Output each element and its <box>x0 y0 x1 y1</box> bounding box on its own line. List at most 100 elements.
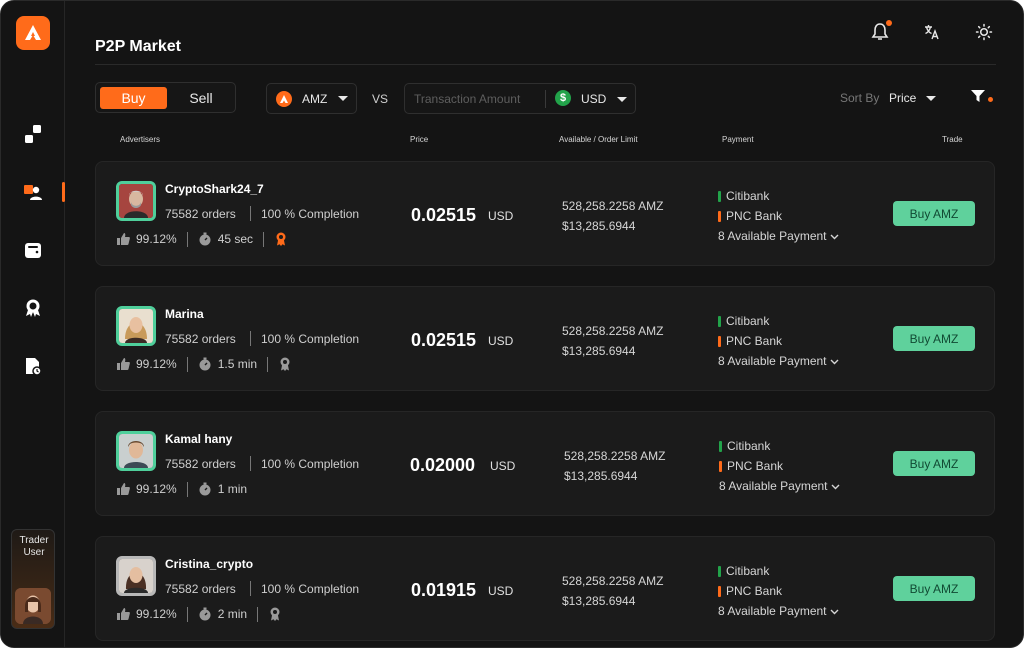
payment-method-citibank: Citibank <box>718 561 839 581</box>
language-translate-icon[interactable] <box>921 21 943 43</box>
advertiser-completion: 100 % Completion <box>261 582 360 596</box>
rating-value: 99.12% <box>136 357 177 371</box>
price-currency: USD <box>488 209 514 223</box>
advertiser-name[interactable]: Cristina_crypto <box>165 557 253 571</box>
available-limit: 528,258.2258 AMZ $13,285.6944 <box>562 196 663 236</box>
chevron-down-icon <box>830 604 839 618</box>
dashboard-icon[interactable] <box>21 122 45 146</box>
more-payments-toggle[interactable]: 8 Available Payment <box>718 226 839 246</box>
payment-name: PNC Bank <box>727 459 784 473</box>
p2p-users-icon[interactable] <box>21 180 45 204</box>
available-amount: 528,258.2258 AMZ <box>562 574 664 588</box>
app-logo-icon[interactable] <box>16 16 50 50</box>
sort-by-select[interactable]: Price <box>889 91 916 105</box>
advertiser-stats: 99.12% 45 sec <box>116 230 294 248</box>
page-title: P2P Market <box>95 38 181 55</box>
rating-value: 99.12% <box>136 232 177 246</box>
fiat-select-value[interactable]: USD <box>581 92 606 106</box>
buy-sell-toggle: Buy Sell <box>95 82 236 113</box>
thumbs-up-icon <box>116 357 130 371</box>
divider <box>263 231 265 247</box>
available-limit: 528,258.2258 AMZ $13,285.6944 <box>562 571 663 611</box>
rating-value: 99.12% <box>136 607 177 621</box>
more-payments-label: 8 Available Payment <box>719 479 828 493</box>
sort-by-label: Sort By <box>840 91 880 105</box>
price-currency: USD <box>490 459 516 473</box>
trader-user-label: Trader User <box>19 535 49 558</box>
notification-badge <box>886 20 892 26</box>
order-limit: $13,285.6944 <box>562 594 636 608</box>
advertiser-orders: 75582 orders <box>165 332 236 346</box>
divider <box>186 231 188 247</box>
badge-award-icon <box>274 232 288 246</box>
payment-name: PNC Bank <box>726 584 783 598</box>
sell-tab[interactable]: Sell <box>170 87 232 109</box>
avatar[interactable] <box>116 431 156 471</box>
payment-name: Citibank <box>726 189 770 203</box>
payment-color-bar <box>718 211 721 222</box>
available-limit: 528,258.2258 AMZ $13,285.6944 <box>562 321 663 361</box>
column-header-trade: Trade <box>942 135 963 144</box>
available-limit: 528,258.2258 AMZ $13,285.6944 <box>564 446 665 486</box>
advertiser-name[interactable]: Marina <box>165 307 204 321</box>
available-amount: 528,258.2258 AMZ <box>562 324 664 338</box>
rating-value: 99.12% <box>136 482 177 496</box>
payment-method-pnc: PNC Bank <box>718 581 839 601</box>
advertiser-name[interactable]: CryptoShark24_7 <box>165 182 264 196</box>
wallet-icon[interactable] <box>21 238 45 262</box>
payment-color-bar <box>719 441 722 452</box>
price-currency: USD <box>488 334 514 348</box>
price-value: 0.02515 <box>411 330 477 350</box>
buy-amz-button[interactable]: Buy AMZ <box>893 201 975 226</box>
chevron-down-icon[interactable] <box>926 96 936 101</box>
divider <box>250 456 251 471</box>
trader-avatar <box>15 588 51 624</box>
buy-amz-button[interactable]: Buy AMZ <box>893 451 975 476</box>
advertiser-orders: 75582 orders <box>165 582 236 596</box>
response-time: 2 min <box>217 607 248 621</box>
payment-color-bar <box>718 566 721 577</box>
thumbs-up-icon <box>116 607 130 621</box>
more-payments-toggle[interactable]: 8 Available Payment <box>718 601 839 621</box>
theme-toggle-sun-icon[interactable] <box>973 21 995 43</box>
payment-methods: Citibank PNC Bank 8 Available Payment <box>719 436 840 496</box>
avatar[interactable] <box>116 556 156 596</box>
more-payments-toggle[interactable]: 8 Available Payment <box>719 476 840 496</box>
advertiser-completion: 100 % Completion <box>261 457 360 471</box>
more-payments-toggle[interactable]: 8 Available Payment <box>718 351 839 371</box>
buy-amz-button[interactable]: Buy AMZ <box>893 576 975 601</box>
column-header-available: Available / Order Limit <box>559 135 638 144</box>
divider <box>257 606 259 622</box>
notification-bell-icon[interactable] <box>869 20 892 43</box>
divider <box>267 356 269 372</box>
trader-user-card[interactable]: Trader User <box>11 529 55 629</box>
avatar[interactable] <box>116 306 156 346</box>
stopwatch-icon <box>198 482 212 496</box>
payment-method-citibank: Citibank <box>718 186 839 206</box>
usd-dollar-icon[interactable]: $ <box>555 90 571 106</box>
advertiser-orders: 75582 orders <box>165 207 236 221</box>
order-history-icon[interactable] <box>21 354 45 378</box>
transaction-amount-field: $ USD <box>404 83 636 114</box>
payment-name: Citibank <box>727 439 771 453</box>
payment-method-citibank: Citibank <box>718 311 839 331</box>
avatar[interactable] <box>116 181 156 221</box>
coin-select[interactable]: AMZ <box>266 83 357 114</box>
divider <box>250 581 251 596</box>
buy-tab[interactable]: Buy <box>100 87 167 109</box>
buy-amz-button[interactable]: Buy AMZ <box>893 326 975 351</box>
badge-award-icon <box>268 607 282 621</box>
advertiser-row: Cristina_crypto 75582 orders 100 % Compl… <box>95 536 995 641</box>
payment-color-bar <box>718 316 721 327</box>
amz-coin-icon <box>276 90 292 107</box>
award-icon[interactable] <box>21 296 45 320</box>
chevron-down-icon <box>830 229 839 243</box>
transaction-amount-input[interactable] <box>414 91 542 107</box>
chevron-down-icon <box>338 96 349 101</box>
stopwatch-icon <box>198 232 212 246</box>
advertiser-stats: 99.12% 1 min <box>116 480 247 498</box>
advertiser-stats: 99.12% 1.5 min <box>116 355 298 373</box>
price-currency: USD <box>488 584 514 598</box>
advertiser-name[interactable]: Kamal hany <box>165 432 232 446</box>
chevron-down-icon[interactable] <box>617 97 627 102</box>
